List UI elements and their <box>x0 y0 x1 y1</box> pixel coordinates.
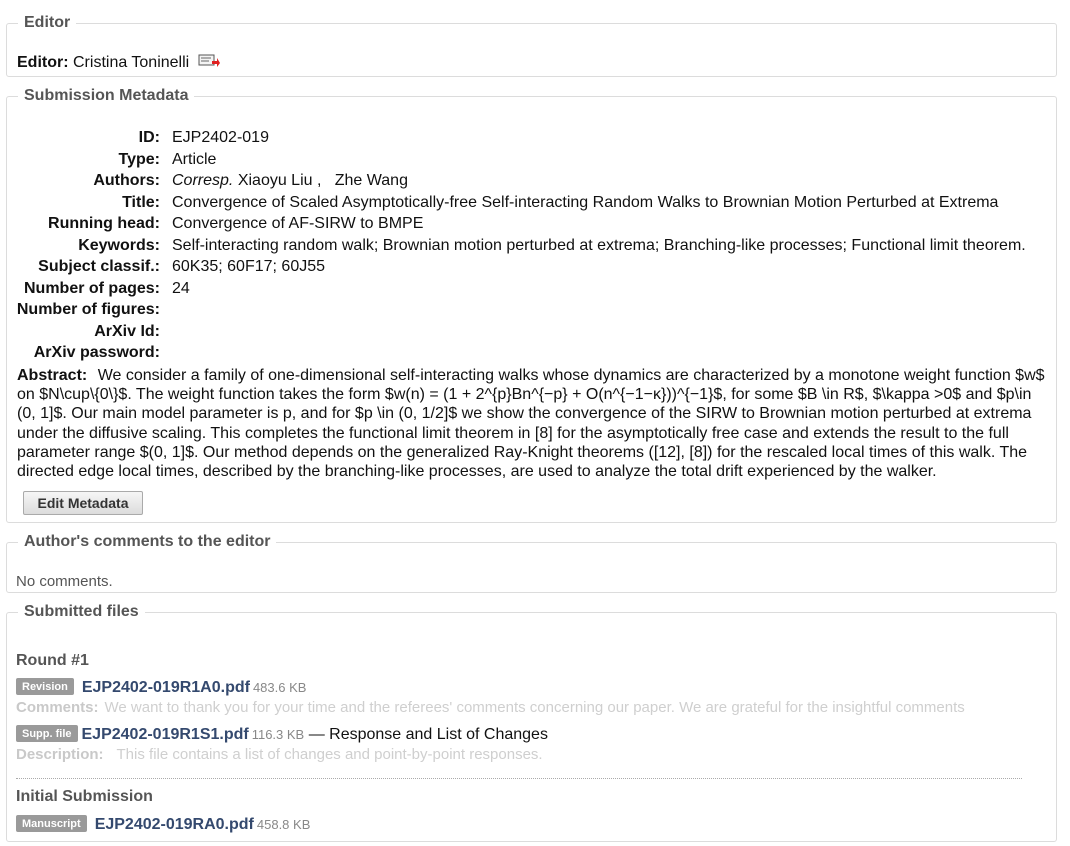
manuscript-file-size: 458.8 KB <box>256 817 311 832</box>
comments-legend: Author's comments to the editor <box>24 533 271 550</box>
revision-badge: Revision <box>16 678 74 695</box>
abstract-text: We consider a family of one-dimensional … <box>17 367 1045 481</box>
revision-comments-text: We want to thank you for your time and t… <box>104 699 965 716</box>
pages-value: 24 <box>172 280 190 297</box>
authors-names: Xiaoyu Liu , Zhe Wang <box>237 172 408 189</box>
files-section: Submitted files Round #1 Revision EJP2402… <box>6 603 1057 842</box>
type-value: Article <box>172 151 217 168</box>
title-label: Title: <box>122 194 160 211</box>
initial-heading: Initial Submission <box>16 788 153 805</box>
manuscript-file-row: Manuscript EJP2402-019RA0.pdf 458.8 KB <box>16 815 310 834</box>
pages-label: Number of pages: <box>23 280 160 297</box>
supp-file-size: 116.3 KB <box>251 727 305 742</box>
supp-description-text: This file contains a list of changes and… <box>116 746 543 763</box>
editor-label: Editor: <box>17 54 69 71</box>
supp-description-row: Description: This file contains a list of… <box>16 746 543 764</box>
files-legend: Submitted files <box>24 603 139 620</box>
authors-value: Corresp. Xiaoyu Liu , Zhe Wang <box>172 172 408 190</box>
editor-legend: Editor <box>24 14 71 31</box>
id-value: EJP2402-019 <box>172 129 269 146</box>
mail-send-icon[interactable] <box>198 54 220 73</box>
revision-file-link[interactable]: EJP2402-019R1A0.pdf <box>82 679 250 696</box>
editor-name: Cristina Toninelli <box>73 54 190 71</box>
arxiv-password-label: ArXiv password: <box>33 344 160 361</box>
round-divider <box>16 778 1022 779</box>
round1-heading: Round #1 <box>16 652 89 669</box>
metadata-legend: Submission Metadata <box>24 87 189 104</box>
comments-section: Author's comments to the editor No comme… <box>6 533 1057 593</box>
id-label: ID: <box>138 129 160 146</box>
type-label: Type: <box>118 151 160 168</box>
keywords-value: Self-interacting random walk; Brownian m… <box>172 237 1026 254</box>
arxiv-id-label: ArXiv Id: <box>94 323 160 340</box>
manuscript-badge: Manuscript <box>16 815 87 832</box>
comments-text: No comments. <box>16 573 113 590</box>
revision-comments-row: Comments: We want to thank you for your t… <box>16 699 1052 717</box>
edit-metadata-button[interactable]: Edit Metadata <box>23 491 143 515</box>
corresp-marker: Corresp. <box>172 172 234 189</box>
title-value: Convergence of Scaled Asymptotically-fre… <box>172 194 999 211</box>
subject-value: 60K35; 60F17; 60J55 <box>172 258 326 275</box>
supp-file-title: — Response and List of Changes <box>308 726 548 743</box>
keywords-label: Keywords: <box>78 237 160 254</box>
authors-label: Authors: <box>93 172 160 189</box>
supp-file-row: Supp. file EJP2402-019R1S1.pdf 116.3 KB — … <box>16 725 548 744</box>
running-head-label: Running head: <box>48 215 160 232</box>
revision-file-size: 483.6 KB <box>252 680 307 695</box>
supp-badge: Supp. file <box>16 725 78 742</box>
metadata-section: Submission Metadata ID: EJP2402-019 Type… <box>6 87 1057 523</box>
revision-comments-label: Comments: <box>16 699 99 716</box>
abstract: Abstract: We consider a family of one-di… <box>17 366 1053 481</box>
editor-section: Editor Editor: Cristina Toninelli <box>6 14 1057 77</box>
subject-label: Subject classif.: <box>38 258 160 275</box>
supp-description-label: Description: <box>16 746 104 763</box>
running-head-value: Convergence of AF-SIRW to BMPE <box>172 215 424 232</box>
supp-file-link[interactable]: EJP2402-019R1S1.pdf <box>82 726 249 743</box>
figures-label: Number of figures: <box>16 301 160 318</box>
manuscript-file-link[interactable]: EJP2402-019RA0.pdf <box>95 816 254 833</box>
abstract-label: Abstract: <box>17 367 88 384</box>
revision-file-row: Revision EJP2402-019R1A0.pdf 483.6 KB <box>16 678 306 697</box>
editor-line: Editor: Cristina Toninelli <box>17 54 220 73</box>
